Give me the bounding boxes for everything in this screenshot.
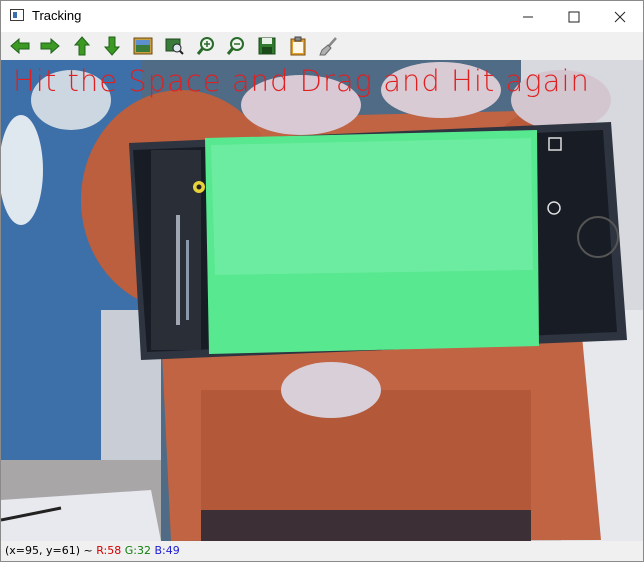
arrow-right-icon [40, 38, 60, 54]
window-app-icon [10, 9, 24, 21]
save-icon [258, 37, 276, 55]
close-icon [614, 11, 626, 22]
minimize-icon [523, 16, 533, 17]
image-canvas[interactable]: Hit the Space and Drag and Hit again [1, 60, 643, 541]
cursor-coordinates: (x=95, y=61) ~ [5, 544, 97, 557]
pixel-blue-value: B:49 [154, 544, 180, 557]
instruction-overlay: Hit the Space and Drag and Hit again [13, 64, 590, 98]
status-bar: (x=95, y=61) ~ R:58 G:32 B:49 [1, 541, 643, 561]
maximize-icon [568, 11, 580, 22]
brush-icon [319, 37, 337, 56]
pixel-green-value: G:32 [124, 544, 151, 557]
zoom-fit-button[interactable] [163, 35, 185, 57]
window-title: Tracking [32, 8, 82, 23]
save-button[interactable] [256, 35, 278, 57]
image-icon [133, 37, 153, 55]
clipboard-icon [290, 36, 306, 56]
zoom-out-icon [226, 37, 244, 55]
pan-up-button[interactable] [71, 35, 93, 57]
close-button[interactable] [597, 1, 643, 32]
title-bar[interactable]: Tracking [1, 1, 643, 32]
fit-icon [165, 38, 184, 55]
zoom-in-icon [196, 37, 214, 55]
pan-down-button[interactable] [101, 35, 123, 57]
zoom-in-button[interactable] [195, 35, 217, 57]
reset-zoom-button[interactable] [132, 35, 154, 57]
app-window: Tracking Hit the Space and Drag and Hit … [0, 0, 644, 562]
pan-left-button[interactable] [9, 35, 31, 57]
pan-right-button[interactable] [39, 35, 61, 57]
zoom-out-button[interactable] [225, 35, 247, 57]
arrow-left-icon [10, 38, 30, 54]
minimize-button[interactable] [505, 1, 551, 32]
maximize-button[interactable] [551, 1, 597, 32]
pixel-red-value: R:58 [96, 544, 122, 557]
camera-frame [1, 60, 643, 541]
arrow-up-icon [74, 36, 90, 56]
copy-clipboard-button[interactable] [287, 35, 309, 57]
arrow-down-icon [104, 36, 120, 56]
toolbar [1, 32, 643, 60]
properties-button[interactable] [318, 35, 340, 57]
